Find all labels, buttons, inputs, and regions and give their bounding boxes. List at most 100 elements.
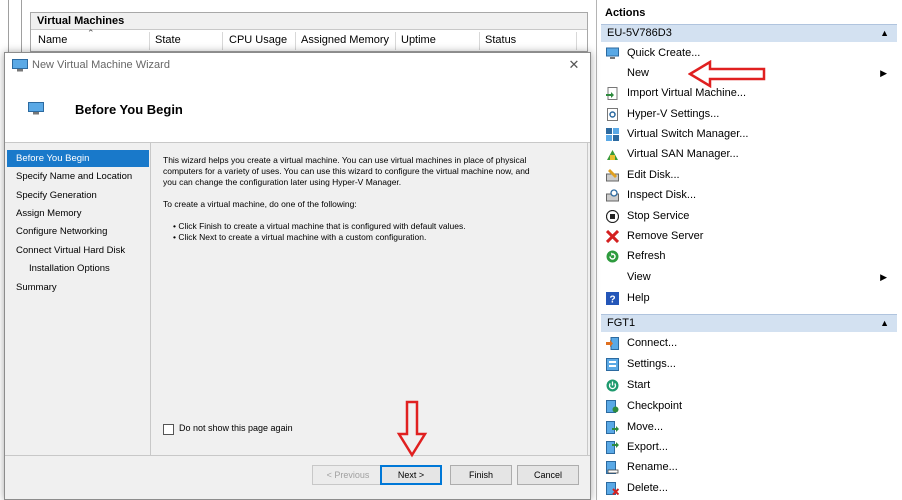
intro-text-line: This wizard helps you create a virtual m… <box>163 155 527 165</box>
action-delete[interactable]: Delete... <box>601 478 897 498</box>
action-inspect-disk[interactable]: Inspect Disk... <box>601 185 897 205</box>
action-label: Remove Server <box>627 230 704 242</box>
previous-button[interactable]: < Previous <box>312 465 384 485</box>
wizard-title: New Virtual Machine Wizard <box>32 59 170 71</box>
column-header-cpu-usage[interactable]: CPU Usage <box>229 34 287 46</box>
action-label: Start <box>627 379 651 391</box>
action-stop-service[interactable]: Stop Service <box>601 206 897 226</box>
step-specify-name-and-location[interactable]: Specify Name and Location <box>7 168 149 185</box>
action-label: Virtual SAN Manager... <box>627 148 739 160</box>
column-divider[interactable] <box>576 32 577 50</box>
action-virtual-san-manager[interactable]: Virtual SAN Manager... <box>601 144 897 164</box>
tree-divider <box>21 0 22 52</box>
collapse-up-icon[interactable]: ▲ <box>880 25 889 42</box>
action-hyperv-settings[interactable]: Hyper-V Settings... <box>601 104 897 124</box>
action-virtual-switch-manager[interactable]: Virtual Switch Manager... <box>601 124 897 144</box>
wizard-content: This wizard helps you create a virtual m… <box>150 143 588 455</box>
action-label: Stop Service <box>627 210 690 222</box>
action-refresh[interactable]: Refresh <box>601 246 897 266</box>
section-header-vm[interactable]: FGT1 ▲ <box>601 314 897 332</box>
action-remove-server[interactable]: Remove Server <box>601 226 897 246</box>
intro-text-line: you can change the configuration later u… <box>163 177 402 187</box>
column-header-assigned-memory[interactable]: Assigned Memory <box>301 34 389 46</box>
action-connect[interactable]: Connect... <box>601 333 897 353</box>
column-divider[interactable] <box>395 32 396 50</box>
section-header-host[interactable]: EU-5V786D3 ▲ <box>601 24 897 42</box>
action-label: Move... <box>627 421 664 433</box>
section-header-label: EU-5V786D3 <box>607 27 672 39</box>
step-configure-networking[interactable]: Configure Networking <box>7 223 149 240</box>
step-summary[interactable]: Summary <box>7 279 149 296</box>
column-header-state[interactable]: State <box>155 34 181 46</box>
remove-x-icon <box>606 230 619 243</box>
action-export[interactable]: Export... <box>601 437 897 457</box>
dont-show-again-checkbox[interactable] <box>163 424 174 435</box>
virtual-machines-panel: Virtual Machines Name ⌃ State CPU Usage … <box>30 12 588 52</box>
action-label: Refresh <box>627 250 666 262</box>
action-edit-disk[interactable]: Edit Disk... <box>601 165 897 185</box>
action-label: Delete... <box>627 482 668 494</box>
step-assign-memory[interactable]: Assign Memory <box>7 205 149 222</box>
column-divider[interactable] <box>479 32 480 50</box>
action-label: Edit Disk... <box>627 169 680 181</box>
action-label: View <box>627 271 651 283</box>
virtual-machines-title: Virtual Machines <box>31 13 587 30</box>
action-label: New <box>627 67 650 79</box>
cancel-button[interactable]: Cancel <box>517 465 579 485</box>
settings-page-icon <box>607 108 618 121</box>
annotation-arrow-left-icon <box>688 60 766 88</box>
san-icon <box>607 150 618 160</box>
divider <box>5 455 590 456</box>
wizard-header: Before You Begin <box>5 79 590 143</box>
action-label: Connect... <box>627 337 678 349</box>
action-rename[interactable]: Rename... <box>601 457 897 477</box>
bullet-next: • Click Next to create a virtual machine… <box>173 232 427 242</box>
step-installation-options[interactable]: Installation Options <box>7 260 149 277</box>
column-divider[interactable] <box>222 32 223 50</box>
dont-show-again-label[interactable]: Do not show this page again <box>179 423 293 433</box>
bullet-finish: • Click Finish to create a virtual machi… <box>173 221 466 231</box>
help-icon: ? <box>606 292 619 305</box>
collapse-up-icon[interactable]: ▲ <box>880 315 889 332</box>
column-header-status[interactable]: Status <box>485 34 516 46</box>
monitor-icon <box>12 59 28 72</box>
column-divider[interactable] <box>295 32 296 50</box>
action-move[interactable]: Move... <box>601 417 897 437</box>
monitor-icon <box>606 47 619 59</box>
step-before-you-begin[interactable]: Before You Begin <box>7 150 149 167</box>
action-view[interactable]: View ▶ <box>601 267 897 287</box>
step-connect-virtual-hard-disk[interactable]: Connect Virtual Hard Disk <box>7 242 149 259</box>
action-label: Checkpoint <box>627 400 683 412</box>
column-header-uptime[interactable]: Uptime <box>401 34 436 46</box>
action-checkpoint[interactable]: Checkpoint <box>601 396 897 416</box>
finish-button[interactable]: Finish <box>450 465 512 485</box>
edit-disk-icon <box>606 169 619 182</box>
move-icon <box>606 421 619 434</box>
sort-ascending-icon: ⌃ <box>87 28 95 38</box>
vm-settings-icon <box>606 358 619 371</box>
next-button[interactable]: Next > <box>380 465 442 485</box>
monitor-icon <box>28 102 44 115</box>
column-divider[interactable] <box>149 32 150 50</box>
rename-icon <box>606 461 619 474</box>
checkpoint-icon <box>606 400 619 413</box>
action-label: Virtual Switch Manager... <box>627 128 749 140</box>
close-icon[interactable]: ✕ <box>564 55 584 75</box>
submenu-arrow-icon: ▶ <box>880 68 887 78</box>
column-header-name[interactable]: Name <box>38 34 67 46</box>
step-specify-generation[interactable]: Specify Generation <box>7 187 149 204</box>
annotation-arrow-down-icon <box>396 400 428 458</box>
wizard-titlebar[interactable]: New Virtual Machine Wizard ✕ <box>5 53 590 79</box>
instructions-text: To create a virtual machine, do one of t… <box>163 199 357 209</box>
tree-divider <box>8 0 9 52</box>
action-settings[interactable]: Settings... <box>601 354 897 374</box>
action-label: Settings... <box>627 358 676 370</box>
connect-icon <box>606 337 619 350</box>
switch-icon <box>606 128 619 141</box>
action-label: Export... <box>627 441 668 453</box>
action-label: Help <box>627 292 650 304</box>
action-help[interactable]: ? Help <box>601 288 897 308</box>
inspect-disk-icon <box>606 189 619 202</box>
import-icon <box>606 87 618 100</box>
action-start[interactable]: Start <box>601 375 897 395</box>
